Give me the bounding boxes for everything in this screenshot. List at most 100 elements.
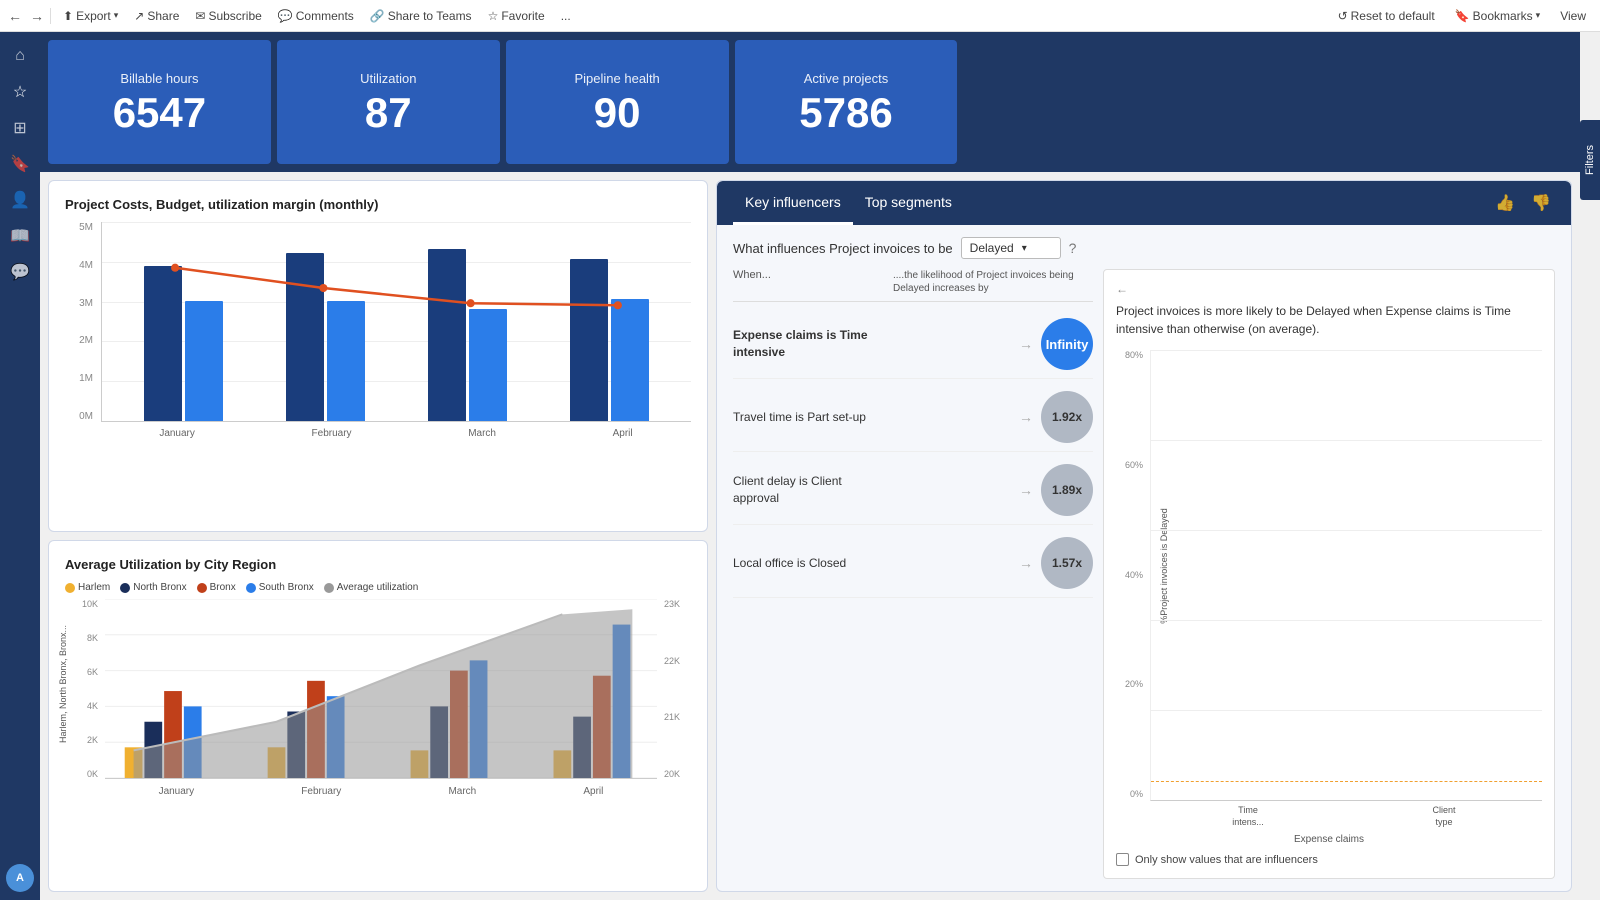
toolbar: ← → ⬆ Export ▾ ↗ Share ✉ Subscribe 💬 Com…: [0, 0, 1600, 32]
kpi-billable-hours[interactable]: Billable hours 6547: [48, 40, 271, 164]
arrow-icon-0: →: [1019, 336, 1033, 352]
bar-feb-light[interactable]: [327, 301, 365, 421]
sidebar-apps-icon[interactable]: ⊞: [4, 112, 36, 144]
bar-group-apr: [570, 259, 649, 421]
utilization-legend: Harlem North Bronx Bronx South Bronx: [65, 582, 691, 593]
bookmarks-button[interactable]: 🔖 Bookmarks ▾: [1449, 7, 1547, 25]
delayed-dropdown[interactable]: Delayed ▾: [961, 237, 1061, 259]
legend-south-bronx: South Bronx: [246, 582, 314, 593]
detail-x-title: Expense claims: [1116, 834, 1542, 845]
bar-groups: [102, 222, 691, 421]
influencer-badge-1[interactable]: 1.92x: [1041, 391, 1093, 443]
bar-feb-dark[interactable]: [286, 253, 324, 421]
bar-mar-dark[interactable]: [428, 249, 466, 421]
sidebar-person-icon[interactable]: 👤: [4, 184, 36, 216]
sidebar-chat-icon[interactable]: 💬: [4, 256, 36, 288]
charts-area: Project Costs, Budget, utilization margi…: [40, 172, 1580, 900]
utilization-card: Average Utilization by City Region Harle…: [48, 540, 708, 892]
thumbs-up-icon[interactable]: 👍: [1491, 189, 1519, 217]
back-arrow-icon: ←: [1116, 282, 1128, 296]
influencers-list: When... ....the likelihood of Project in…: [733, 269, 1093, 879]
user-avatar[interactable]: A: [6, 864, 34, 892]
sidebar-star-icon[interactable]: ☆: [4, 76, 36, 108]
export-button[interactable]: ⬆ Export ▾: [57, 7, 124, 25]
arrow-icon-1: →: [1019, 409, 1033, 425]
left-sidebar: ⌂ ☆ ⊞ 🔖 👤 📖 💬 A: [0, 32, 40, 900]
influencer-badge-2[interactable]: 1.89x: [1041, 464, 1093, 516]
reset-icon: ↺: [1338, 9, 1348, 23]
export-chevron-icon: ▾: [114, 10, 119, 21]
favorite-button[interactable]: ☆ Favorite: [482, 7, 551, 25]
detail-back-button[interactable]: ←: [1116, 282, 1542, 296]
filters-tab[interactable]: Filters: [1580, 120, 1600, 200]
detail-description: Project invoices is more likely to be De…: [1116, 302, 1542, 338]
reset-button[interactable]: ↺ Reset to default: [1332, 7, 1441, 25]
legend-bronx: Bronx: [197, 582, 236, 593]
influencer-row-3[interactable]: Local office is Closed → 1.57x: [733, 529, 1093, 598]
panel-tab-icons: 👍 👎: [1491, 189, 1555, 217]
arrow-icon-2: →: [1019, 482, 1033, 498]
detail-chart-area: [1150, 350, 1542, 801]
influencer-checkbox[interactable]: [1116, 853, 1129, 866]
dropdown-chevron: ▾: [1022, 243, 1027, 254]
help-icon[interactable]: ?: [1069, 240, 1077, 256]
influencer-badge-3[interactable]: 1.57x: [1041, 537, 1093, 589]
util-right-y-axis: 23K 22K 21K 20K: [661, 599, 691, 779]
tab-top-segments[interactable]: Top segments: [853, 181, 964, 225]
legend-north-bronx: North Bronx: [120, 582, 186, 593]
share-teams-button[interactable]: 🔗 Share to Teams: [364, 7, 478, 25]
toolbar-divider-1: [50, 8, 51, 24]
utilization-chart: 10K 8K 6K 4K 2K 0K Harlem, North Bronx, …: [65, 599, 691, 799]
detail-bar-chart: 80% 60% 40% 20% 0% %Project invoices is …: [1116, 350, 1542, 829]
cost-chart-y-labels: 5M 4M 3M 2M 1M 0M: [65, 222, 97, 422]
project-costs-card: Project Costs, Budget, utilization margi…: [48, 180, 708, 532]
bookmarks-chevron: ▾: [1536, 10, 1541, 21]
utilization-title: Average Utilization by City Region: [65, 557, 691, 572]
util-left-y-rotated-label: Harlem, North Bronx, Bronx...: [58, 625, 68, 743]
panel-header: Key influencers Top segments 👍 👎: [717, 181, 1571, 225]
influencer-header: When... ....the likelihood of Project in…: [733, 269, 1093, 302]
kpi-utilization[interactable]: Utilization 87: [277, 40, 500, 164]
bar-group-feb: [286, 253, 365, 421]
influencer-row-2[interactable]: Client delay is Clientapproval → 1.89x: [733, 456, 1093, 525]
project-costs-title: Project Costs, Budget, utilization margi…: [65, 197, 691, 212]
influencer-badge-0[interactable]: Infinity: [1041, 318, 1093, 370]
bar-apr-light[interactable]: [611, 299, 649, 421]
share-icon: ↗: [134, 9, 144, 23]
kpi-active-projects[interactable]: Active projects 5786: [735, 40, 958, 164]
export-icon: ⬆: [63, 9, 73, 23]
tab-key-influencers[interactable]: Key influencers: [733, 181, 853, 225]
detail-x-labels: Timeintens... Clienttype: [1150, 803, 1542, 829]
influencer-row-0[interactable]: Expense claims is Timeintensive → Infini…: [733, 310, 1093, 379]
share-button[interactable]: ↗ Share: [128, 7, 185, 25]
nav-forward-icon[interactable]: →: [30, 8, 44, 24]
bar-jan-dark[interactable]: [144, 266, 182, 421]
dashed-baseline: [1151, 781, 1542, 782]
nav-back-icon[interactable]: ←: [8, 8, 22, 24]
bookmark-icon: 🔖: [1455, 9, 1470, 23]
bar-apr-dark[interactable]: [570, 259, 608, 421]
bar-jan-light[interactable]: [185, 301, 223, 421]
comments-icon: 💬: [278, 9, 293, 23]
util-left-y-axis: 10K 8K 6K 4K 2K 0K: [65, 599, 101, 779]
view-button[interactable]: View: [1554, 7, 1592, 25]
detail-y-labels: 80% 60% 40% 20% 0%: [1116, 350, 1146, 799]
cost-chart-x-labels: January February March April: [101, 424, 691, 442]
sidebar-bookmark-icon[interactable]: 🔖: [4, 148, 36, 180]
kpi-pipeline-health[interactable]: Pipeline health 90: [506, 40, 729, 164]
influencer-row-1[interactable]: Travel time is Part set-up → 1.92x: [733, 383, 1093, 452]
sidebar-home-icon[interactable]: ⌂: [4, 40, 36, 72]
kpi-bar: Billable hours 6547 Utilization 87 Pipel…: [40, 32, 1580, 172]
legend-avg-utilization: Average utilization: [324, 582, 419, 593]
thumbs-down-icon[interactable]: 👎: [1527, 189, 1555, 217]
subscribe-icon: ✉: [195, 9, 205, 23]
detail-footer: Only show values that are influencers: [1116, 853, 1542, 866]
comments-button[interactable]: 💬 Comments: [272, 7, 360, 25]
panel-body: What influences Project invoices to be D…: [717, 225, 1571, 891]
toolbar-right: ↺ Reset to default 🔖 Bookmarks ▾ View: [1332, 7, 1592, 25]
more-button[interactable]: ...: [555, 7, 577, 25]
star-icon: ☆: [488, 9, 499, 23]
bar-mar-light[interactable]: [469, 309, 507, 421]
sidebar-book-icon[interactable]: 📖: [4, 220, 36, 252]
subscribe-button[interactable]: ✉ Subscribe: [189, 7, 267, 25]
